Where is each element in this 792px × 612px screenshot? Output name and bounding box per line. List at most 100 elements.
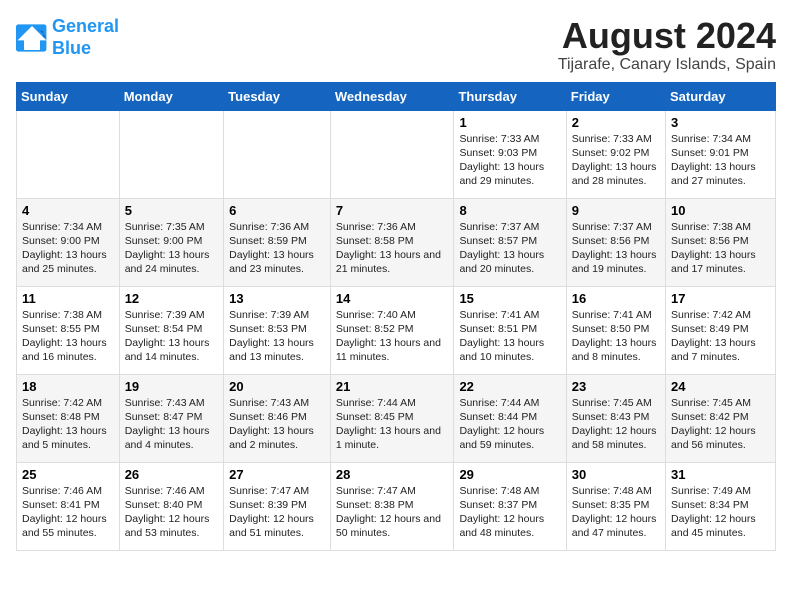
calendar-cell: 5 Sunrise: 7:35 AM Sunset: 9:00 PM Daylig… [119,198,223,286]
calendar-cell: 21 Sunrise: 7:44 AM Sunset: 8:45 PM Dayli… [330,374,454,462]
calendar-cell: 18 Sunrise: 7:42 AM Sunset: 8:48 PM Dayli… [17,374,120,462]
subtitle: Tijarafe, Canary Islands, Spain [558,56,776,74]
logo-line2: Blue [52,38,91,58]
calendar-week-5: 25 Sunrise: 7:46 AM Sunset: 8:41 PM Dayli… [17,462,776,550]
cell-content: Sunrise: 7:36 AM Sunset: 8:58 PM Dayligh… [336,220,449,277]
day-number: 19 [125,379,218,394]
calendar-cell: 8Sunrise: 7:37 AM Sunset: 8:57 PM Daylig… [454,198,566,286]
day-number: 7 [336,203,449,218]
calendar-cell: 16 Sunrise: 7:41 AM Sunset: 8:50 PM Dayli… [566,286,665,374]
calendar-cell: 27 Sunrise: 7:47 AM Sunset: 8:39 PM Dayli… [224,462,331,550]
day-number: 29 [459,467,560,482]
day-number: 12 [125,291,218,306]
header-wednesday: Wednesday [330,82,454,110]
calendar-cell: 19 Sunrise: 7:43 AM Sunset: 8:47 PM Dayli… [119,374,223,462]
cell-content: Sunrise: 7:47 AM Sunset: 8:39 PM Dayligh… [229,484,325,541]
calendar-cell: 4Sunrise: 7:34 AM Sunset: 9:00 PM Daylig… [17,198,120,286]
cell-content: Sunrise: 7:47 AM Sunset: 8:38 PM Dayligh… [336,484,449,541]
calendar-cell: 28Sunrise: 7:47 AM Sunset: 8:38 PM Dayli… [330,462,454,550]
cell-content: Sunrise: 7:40 AM Sunset: 8:52 PM Dayligh… [336,308,449,365]
calendar-cell [224,110,331,198]
calendar-cell: 20 Sunrise: 7:43 AM Sunset: 8:46 PM Dayli… [224,374,331,462]
cell-content: Sunrise: 7:43 AM Sunset: 8:46 PM Dayligh… [229,396,325,453]
day-number: 20 [229,379,325,394]
cell-content: Sunrise: 7:38 AM Sunset: 8:56 PM Dayligh… [671,220,770,277]
day-number: 26 [125,467,218,482]
cell-content: Sunrise: 7:44 AM Sunset: 8:45 PM Dayligh… [336,396,449,453]
cell-content: Sunrise: 7:35 AM Sunset: 9:00 PM Dayligh… [125,220,218,277]
main-title: August 2024 [558,16,776,56]
calendar-cell [330,110,454,198]
title-block: August 2024 Tijarafe, Canary Islands, Sp… [558,16,776,74]
cell-content: Sunrise: 7:36 AM Sunset: 8:59 PM Dayligh… [229,220,325,277]
calendar-cell: 9Sunrise: 7:37 AM Sunset: 8:56 PM Daylig… [566,198,665,286]
day-number: 25 [22,467,114,482]
logo-line1: General [52,16,119,36]
day-number: 16 [572,291,660,306]
cell-content: Sunrise: 7:44 AM Sunset: 8:44 PM Dayligh… [459,396,560,453]
calendar-cell: 23 Sunrise: 7:45 AM Sunset: 8:43 PM Dayli… [566,374,665,462]
cell-content: Sunrise: 7:42 AM Sunset: 8:48 PM Dayligh… [22,396,114,453]
day-number: 2 [572,115,660,130]
calendar-week-1: 1Sunrise: 7:33 AM Sunset: 9:03 PM Daylig… [17,110,776,198]
calendar-week-3: 11Sunrise: 7:38 AM Sunset: 8:55 PM Dayli… [17,286,776,374]
calendar-cell: 15 Sunrise: 7:41 AM Sunset: 8:51 PM Dayli… [454,286,566,374]
day-number: 8 [459,203,560,218]
header-thursday: Thursday [454,82,566,110]
day-number: 30 [572,467,660,482]
cell-content: Sunrise: 7:48 AM Sunset: 8:37 PM Dayligh… [459,484,560,541]
header-saturday: Saturday [666,82,776,110]
day-number: 5 [125,203,218,218]
day-number: 24 [671,379,770,394]
calendar-cell: 30 Sunrise: 7:48 AM Sunset: 8:35 PM Dayli… [566,462,665,550]
day-number: 27 [229,467,325,482]
day-number: 23 [572,379,660,394]
header-tuesday: Tuesday [224,82,331,110]
day-number: 13 [229,291,325,306]
logo-icon [16,24,48,52]
cell-content: Sunrise: 7:41 AM Sunset: 8:51 PM Dayligh… [459,308,560,365]
cell-content: Sunrise: 7:39 AM Sunset: 8:54 PM Dayligh… [125,308,218,365]
cell-content: Sunrise: 7:46 AM Sunset: 8:40 PM Dayligh… [125,484,218,541]
cell-content: Sunrise: 7:34 AM Sunset: 9:01 PM Dayligh… [671,132,770,189]
cell-content: Sunrise: 7:41 AM Sunset: 8:50 PM Dayligh… [572,308,660,365]
day-number: 4 [22,203,114,218]
day-number: 21 [336,379,449,394]
page-header: General Blue August 2024 Tijarafe, Canar… [16,16,776,74]
header-monday: Monday [119,82,223,110]
cell-content: Sunrise: 7:45 AM Sunset: 8:43 PM Dayligh… [572,396,660,453]
calendar-cell: 31Sunrise: 7:49 AM Sunset: 8:34 PM Dayli… [666,462,776,550]
calendar-cell: 22 Sunrise: 7:44 AM Sunset: 8:44 PM Dayli… [454,374,566,462]
calendar-cell: 7 Sunrise: 7:36 AM Sunset: 8:58 PM Daylig… [330,198,454,286]
cell-content: Sunrise: 7:33 AM Sunset: 9:02 PM Dayligh… [572,132,660,189]
day-number: 10 [671,203,770,218]
day-number: 15 [459,291,560,306]
cell-content: Sunrise: 7:48 AM Sunset: 8:35 PM Dayligh… [572,484,660,541]
calendar-cell: 10 Sunrise: 7:38 AM Sunset: 8:56 PM Dayli… [666,198,776,286]
cell-content: Sunrise: 7:38 AM Sunset: 8:55 PM Dayligh… [22,308,114,365]
calendar-cell: 12 Sunrise: 7:39 AM Sunset: 8:54 PM Dayli… [119,286,223,374]
cell-content: Sunrise: 7:43 AM Sunset: 8:47 PM Dayligh… [125,396,218,453]
calendar-cell: 11Sunrise: 7:38 AM Sunset: 8:55 PM Dayli… [17,286,120,374]
calendar-cell: 29 Sunrise: 7:48 AM Sunset: 8:37 PM Dayli… [454,462,566,550]
calendar-cell: 3Sunrise: 7:34 AM Sunset: 9:01 PM Daylig… [666,110,776,198]
calendar-cell: 2 Sunrise: 7:33 AM Sunset: 9:02 PM Daylig… [566,110,665,198]
day-number: 22 [459,379,560,394]
calendar-week-4: 18 Sunrise: 7:42 AM Sunset: 8:48 PM Dayli… [17,374,776,462]
day-number: 18 [22,379,114,394]
cell-content: Sunrise: 7:45 AM Sunset: 8:42 PM Dayligh… [671,396,770,453]
calendar-cell [119,110,223,198]
day-number: 17 [671,291,770,306]
calendar-cell: 1Sunrise: 7:33 AM Sunset: 9:03 PM Daylig… [454,110,566,198]
header-friday: Friday [566,82,665,110]
calendar-cell [17,110,120,198]
calendar-table: SundayMondayTuesdayWednesdayThursdayFrid… [16,82,776,551]
logo-text: General Blue [52,16,119,59]
logo: General Blue [16,16,119,59]
cell-content: Sunrise: 7:46 AM Sunset: 8:41 PM Dayligh… [22,484,114,541]
day-number: 1 [459,115,560,130]
header-sunday: Sunday [17,82,120,110]
day-number: 9 [572,203,660,218]
calendar-week-2: 4Sunrise: 7:34 AM Sunset: 9:00 PM Daylig… [17,198,776,286]
calendar-cell: 14Sunrise: 7:40 AM Sunset: 8:52 PM Dayli… [330,286,454,374]
